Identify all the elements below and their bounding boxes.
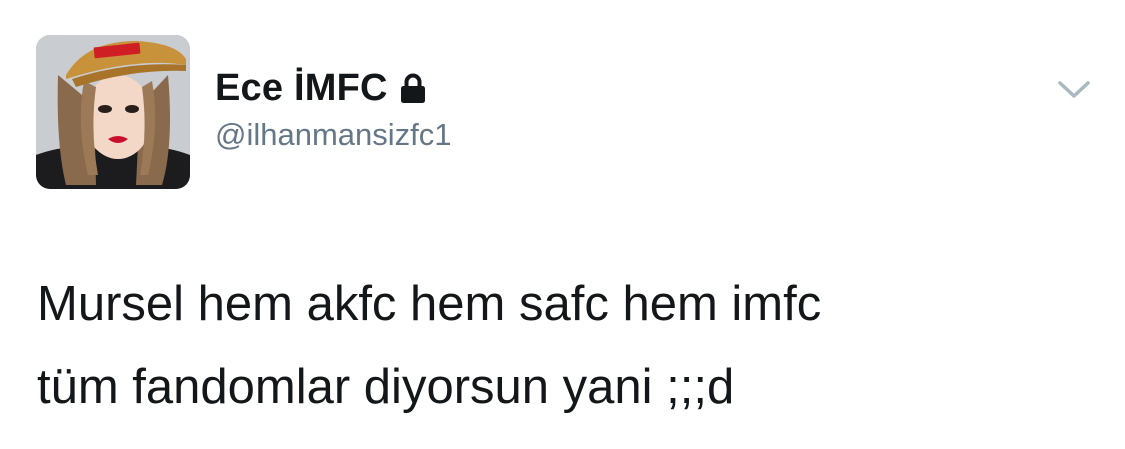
tweet-text-line: Mursel hem akfc hem safc hem imfc: [37, 277, 822, 331]
chevron-down-icon[interactable]: [1056, 75, 1092, 103]
user-handle[interactable]: @ilhanmansizfc1: [215, 117, 452, 153]
display-name[interactable]: Ece İMFC: [215, 67, 388, 110]
author-row: Ece İMFC: [215, 64, 426, 112]
avatar[interactable]: [36, 35, 190, 189]
lock-icon: [400, 72, 426, 104]
tweet-card: Ece İMFC @ilhanmansizfc1 Mursel hem akfc…: [0, 0, 1125, 449]
tweet-text-line: tüm fandomlar diyorsun yani ;;;d: [37, 360, 735, 414]
tweet-text: Mursel hem akfc hem safc hem imfc tüm fa…: [37, 263, 1097, 429]
